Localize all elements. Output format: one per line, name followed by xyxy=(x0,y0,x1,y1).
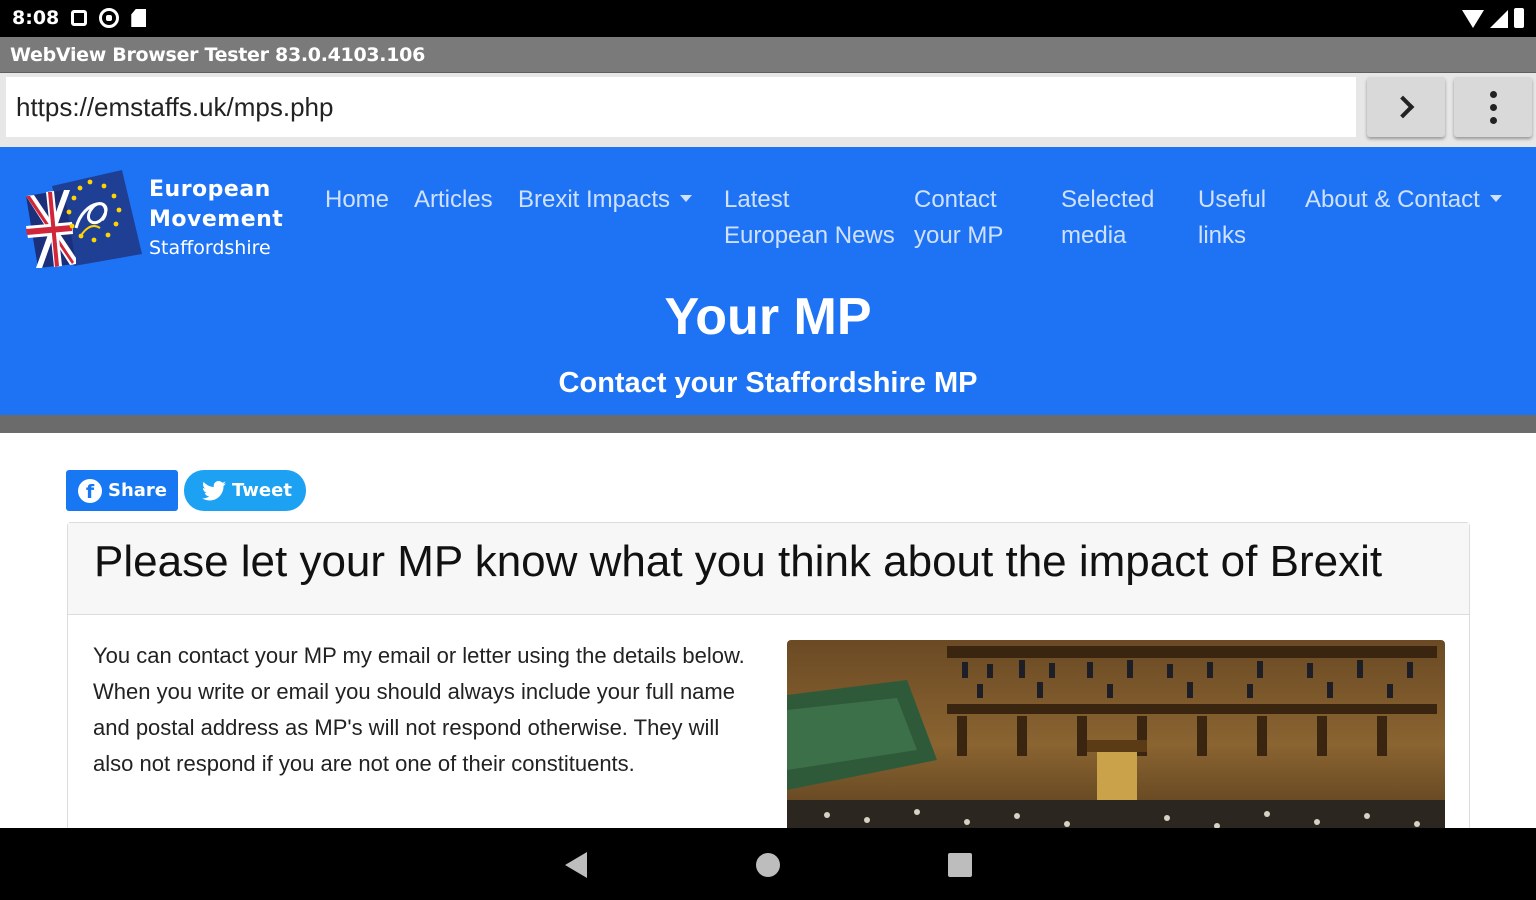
caret-down-icon xyxy=(680,195,693,203)
nav-media-line-1: Selected xyxy=(1061,186,1155,213)
nav-home[interactable]: Home xyxy=(325,182,389,218)
signal-icon xyxy=(1490,10,1508,28)
brand-line-1: European xyxy=(149,177,271,202)
nav-useful-links[interactable]: Useful links xyxy=(1198,182,1266,254)
card-title: Please let your MP know what you think a… xyxy=(94,537,1383,586)
battery-icon xyxy=(1514,8,1524,28)
nav-selected-media[interactable]: Selected media xyxy=(1061,182,1154,254)
hero-subtitle: Contact your Staffordshire MP xyxy=(558,367,978,399)
house-of-commons-photo xyxy=(787,640,1445,850)
tweet-button[interactable]: Tweet xyxy=(184,470,306,511)
hero-title: Your MP xyxy=(664,288,872,346)
nav-links-line-1: Useful xyxy=(1198,186,1267,213)
nav-latest-european-news[interactable]: Latest European News xyxy=(724,182,895,254)
status-right xyxy=(1462,8,1524,28)
wifi-icon xyxy=(1462,10,1484,28)
more-vert-icon xyxy=(1489,90,1497,124)
chevron-right-icon xyxy=(1391,95,1415,119)
header-divider xyxy=(0,415,1536,433)
card-body-text: You can contact your MP my email or lett… xyxy=(93,643,745,776)
clock: 8:08 xyxy=(12,7,60,29)
nav-brexit-impacts-label: Brexit Impacts xyxy=(518,186,671,213)
nav-about-contact[interactable]: About & Contact xyxy=(1305,182,1502,218)
app-title: WebView Browser Tester 83.0.4103.106 xyxy=(10,44,425,66)
nav-contact-line-1: Contact xyxy=(914,186,997,213)
nav-links-line-2: links xyxy=(1198,222,1247,249)
url-input[interactable] xyxy=(6,77,1356,137)
home-icon[interactable] xyxy=(756,853,780,877)
nav-contact-your-mp[interactable]: Contact your MP xyxy=(914,182,1003,254)
content-card: Please let your MP know what you think a… xyxy=(67,522,1470,852)
nav-brexit-impacts[interactable]: Brexit Impacts xyxy=(518,182,693,218)
nav-latest-line-1: Latest xyxy=(724,186,790,213)
brand-line-3: Staffordshire xyxy=(149,237,271,259)
app-title-bar: WebView Browser Tester 83.0.4103.106 xyxy=(0,37,1536,73)
card-header: Please let your MP know what you think a… xyxy=(68,523,1469,615)
status-bar: 8:08 xyxy=(0,0,1536,37)
system-navigation-bar xyxy=(0,828,1536,900)
go-button[interactable] xyxy=(1367,77,1445,137)
tweet-label: Tweet xyxy=(232,480,292,501)
nav-home-label: Home xyxy=(325,186,390,213)
site-brand[interactable]: European Movement Staffordshire xyxy=(149,175,283,261)
sd-card-icon xyxy=(131,9,147,27)
nav-articles[interactable]: Articles xyxy=(414,182,493,218)
facebook-icon: f xyxy=(78,478,102,503)
notification-icon xyxy=(71,10,88,26)
nav-articles-label: Articles xyxy=(414,186,493,213)
overflow-menu-button[interactable] xyxy=(1454,77,1532,137)
share-label: Share xyxy=(108,480,168,501)
back-icon[interactable] xyxy=(565,852,587,878)
sync-icon xyxy=(99,8,120,28)
nav-latest-line-2: European News xyxy=(724,222,895,249)
url-bar xyxy=(0,73,1536,147)
brand-line-2: Movement xyxy=(149,207,284,232)
facebook-share-button[interactable]: f Share xyxy=(66,470,178,511)
nav-media-line-2: media xyxy=(1061,222,1127,249)
caret-down-icon xyxy=(1489,195,1502,203)
site-header: European Movement Staffordshire Home Art… xyxy=(0,147,1536,415)
european-movement-logo[interactable] xyxy=(24,168,144,268)
nav-contact-line-2: your MP xyxy=(914,222,1004,249)
recents-icon[interactable] xyxy=(948,853,972,877)
twitter-bird-icon xyxy=(202,480,226,500)
nav-about-label: About & Contact xyxy=(1305,186,1480,213)
status-left: 8:08 xyxy=(12,7,147,29)
